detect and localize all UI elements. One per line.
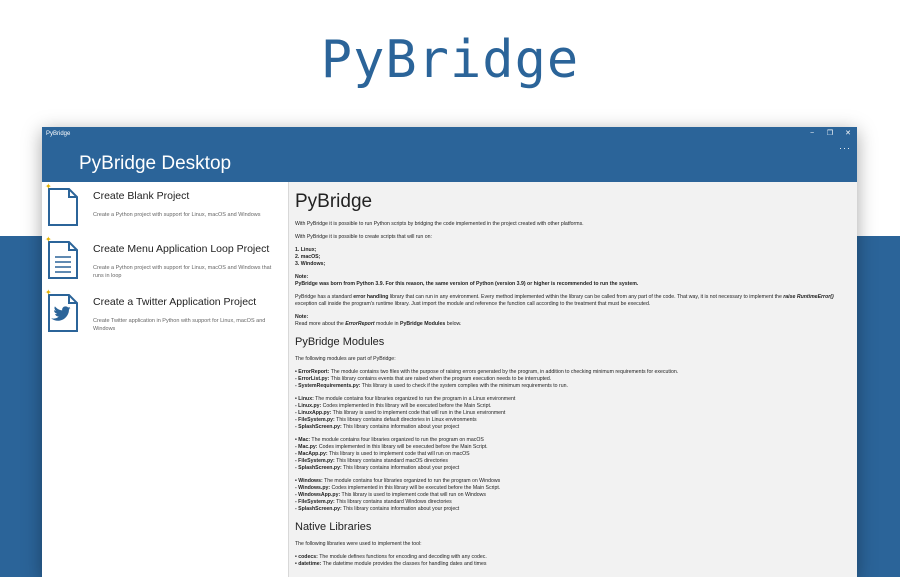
entry-name: • Linux: [295,396,314,402]
list-document-icon [48,241,78,279]
star-icon: ✦ [45,235,52,244]
entry-name: • datetime: [295,561,322,567]
app-window: PyBridge − ❐ ✕ PyBridge Desktop ··· ✦ Cr… [42,127,857,577]
template-label: Create a Twitter Application Project [93,296,257,308]
entry-name: - FileSystem.py: [295,499,335,505]
documentation-pane[interactable]: PyBridge With PyBridge it is possible to… [288,182,857,577]
entry-description: The module contains four libraries organ… [313,396,516,402]
window-title: PyBridge [46,131,71,137]
error-handling-paragraph: PyBridge has a standard error handling l… [295,294,834,307]
entry-description: This library contains information about … [341,465,460,471]
module-group: • Linux: The module contains four librar… [295,396,851,431]
entry-description: This library is used to check if the sys… [360,383,568,389]
doc-paragraph: The following libraries were used to imp… [295,541,422,547]
template-item-menu-loop[interactable]: ✦ Create Menu Application Loop Project C… [42,235,288,288]
entry-name: - LinuxApp.py: [295,410,332,416]
entry-name: - FileSystem.py: [295,417,335,423]
template-description: Create a Python project with support for… [93,212,261,218]
entry-name: - ErrorList.py: [295,376,330,382]
document-icon [48,188,78,226]
entry-description: Codes implemented in this library will b… [321,403,492,409]
entry-name: - WindowsApp.py: [295,492,341,498]
entry-name: - FileSystem.py: [295,458,335,464]
entry-name: - SplashScreen.py: [295,424,342,430]
entry-description: The module contains two files with the p… [329,369,679,375]
entry-description: This library contains standard Windows d… [334,499,452,505]
entry-name: - Linux.py: [295,403,322,409]
modules-list: • ErrorReport: The module contains two f… [295,369,851,513]
entry-description: The module contains four libraries organ… [310,437,484,443]
os-item: 3. Windows; [295,261,326,267]
entry-description: This library contains standard macOS dir… [334,458,449,464]
entry-description: Codes implemented in this library will b… [330,485,501,491]
entry-description: This library is used to implement code t… [340,492,486,498]
project-template-list: ✦ Create Blank Project Create a Python p… [42,182,288,577]
entry-name: - SplashScreen.py: [295,506,342,512]
section-heading: Native Libraries [295,521,372,533]
star-icon: ✦ [45,182,52,191]
minimize-button[interactable]: − [803,127,821,141]
close-button[interactable]: ✕ [839,127,857,141]
entry-name: - MacApp.py: [295,451,328,457]
entry-description: This library contains information about … [341,506,460,512]
native-libraries-list: • codecs: The module defines functions f… [295,554,851,568]
note: Note: Read more about the ErrorReport mo… [295,314,462,327]
section-heading: PyBridge Modules [295,336,385,348]
doc-title: PyBridge [295,191,373,212]
window-controls: − ❐ ✕ [803,127,857,141]
app-header: PyBridge Desktop ··· [42,141,857,182]
entry-description: This library is used to implement code t… [331,410,506,416]
entry-name: • ErrorReport: [295,369,330,375]
note: Note: PyBridge was born from Python 3.9.… [295,274,851,288]
app-title: PyBridge Desktop [79,153,232,174]
note-text: PyBridge was born from Python 3.9. For t… [295,281,639,287]
os-item: 2. macOS; [295,254,321,260]
doc-paragraph: With PyBridge it is possible to run Pyth… [295,221,584,227]
template-description: Create Twitter application in Python wit… [93,318,266,332]
entry-name: - Windows.py: [295,485,331,491]
window-titlebar[interactable]: PyBridge − ❐ ✕ [42,127,857,141]
entry-name: - Mac.py: [295,444,318,450]
doc-paragraph: The following modules are part of PyBrid… [295,356,396,362]
entry-name: - SplashScreen.py: [295,465,342,471]
hero-title: PyBridge [320,30,580,90]
template-label: Create Blank Project [93,190,190,202]
doc-paragraph: With PyBridge it is possible to create s… [295,234,432,240]
note-label: Note: [295,314,309,320]
star-icon: ✦ [45,288,52,297]
more-options-icon[interactable]: ··· [839,143,851,153]
os-item: 1. Linux; [295,247,317,253]
entry-description: This library contains default directorie… [334,417,477,423]
module-group: • Mac: The module contains four librarie… [295,437,851,472]
template-item-twitter[interactable]: ✦ Create a Twitter Application Project C… [42,288,288,341]
entry-name: • Windows: [295,478,323,484]
entry-description: This library is used to implement code t… [327,451,470,457]
restore-button[interactable]: ❐ [821,127,839,141]
module-group: • Windows: The module contains four libr… [295,478,851,513]
entry-description: The datetime module provides the classes… [321,561,487,567]
module-group: • ErrorReport: The module contains two f… [295,369,851,390]
entry-description: This library contains events that are ra… [329,376,552,382]
os-list: 1. Linux; 2. macOS; 3. Windows; [295,247,851,268]
twitter-document-icon [48,294,78,332]
entry-description: The module contains four libraries organ… [322,478,501,484]
entry-name: • codecs: [295,554,318,560]
template-description: Create a Python project with support for… [93,265,272,279]
note-label: Note: [295,274,309,280]
template-item-blank[interactable]: ✦ Create Blank Project Create a Python p… [42,182,288,235]
native-library-group: • codecs: The module defines functions f… [295,554,851,568]
template-label: Create Menu Application Loop Project [93,243,270,255]
entry-name: - SystemRequirements.py: [295,383,361,389]
entry-description: The module defines functions for encodin… [317,554,487,560]
entry-name: • Mac: [295,437,311,443]
entry-description: Codes implemented in this library will b… [317,444,488,450]
entry-description: This library contains information about … [341,424,460,430]
